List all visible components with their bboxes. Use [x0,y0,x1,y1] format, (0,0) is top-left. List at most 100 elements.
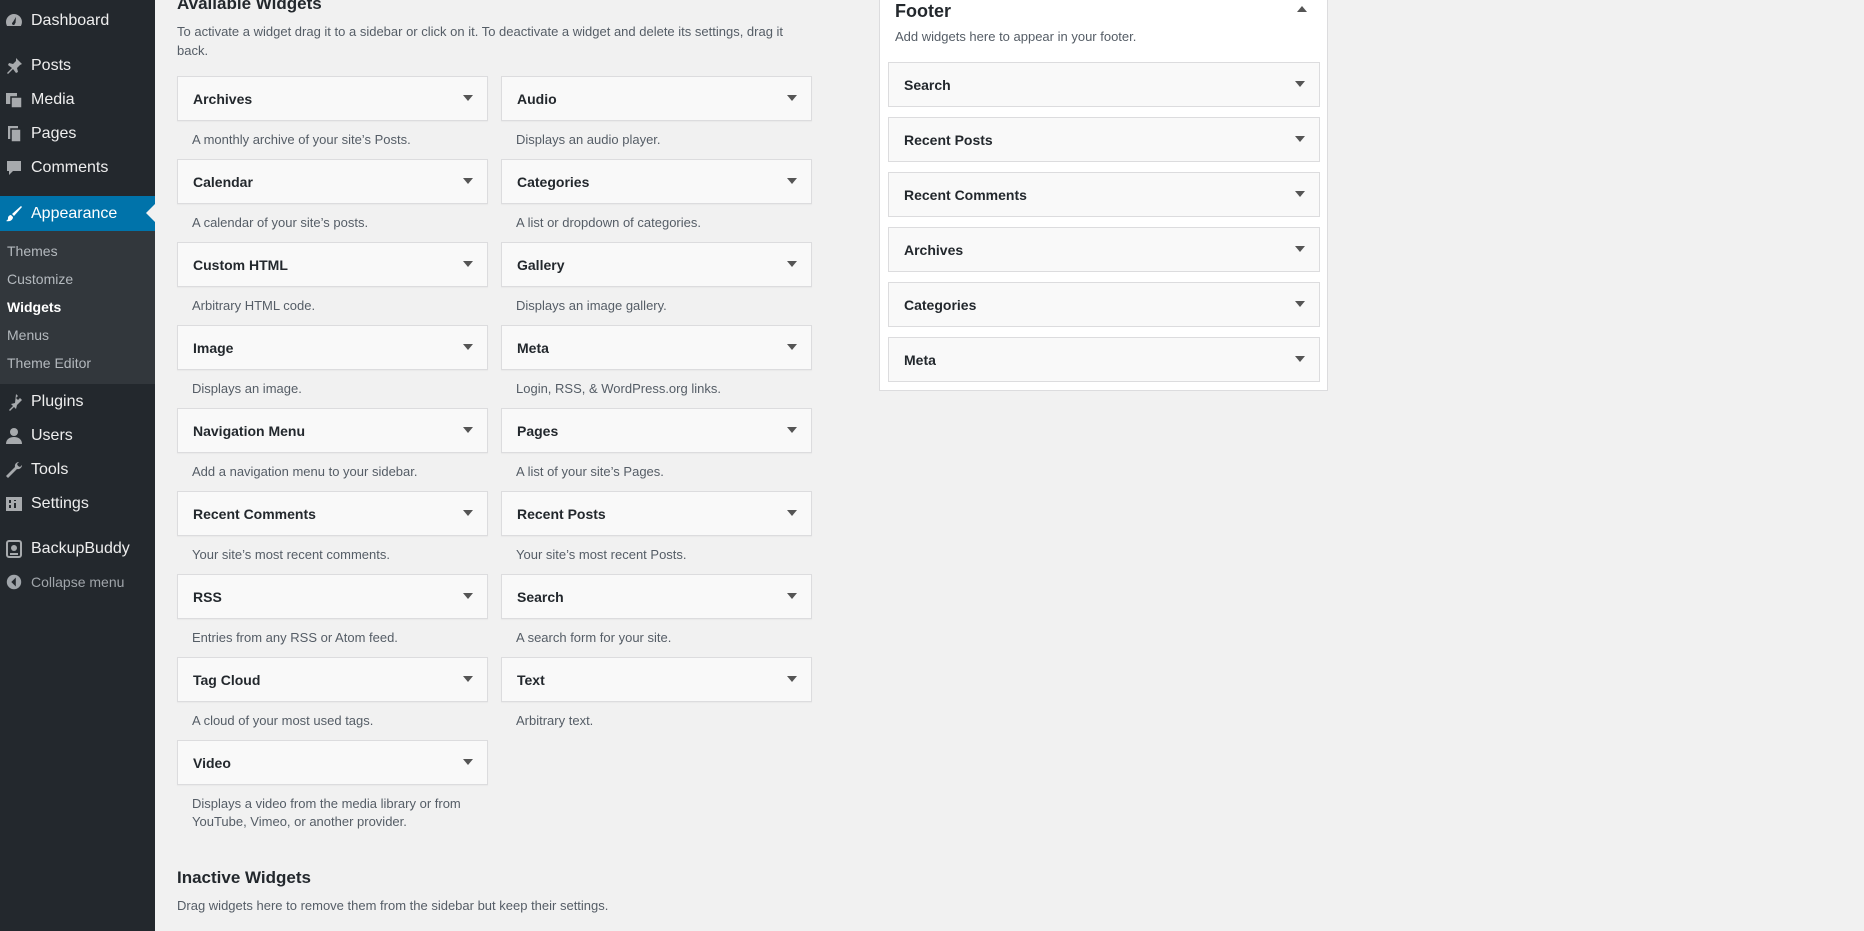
sidebar-item-plugins[interactable]: Plugins [0,385,155,419]
widget-gallery[interactable]: Gallery [501,242,812,287]
widget-rss[interactable]: RSS [177,574,488,619]
widget-description: Entries from any RSS or Atom feed. [192,630,398,645]
sidebar-item-label: Appearance [31,204,118,222]
expand-arrow-icon[interactable] [787,510,797,516]
expand-arrow-icon[interactable] [787,344,797,350]
widget-calendar[interactable]: Calendar [177,159,488,204]
widget-pages[interactable]: Pages [501,408,812,453]
available-widgets-heading: Available Widgets [177,0,322,13]
widget-title: Tag Cloud [193,672,261,688]
expand-arrow-icon[interactable] [787,261,797,267]
widget-title: Gallery [517,257,565,273]
sidebar-item-dashboard[interactable]: Dashboard [0,4,155,38]
widget-title: Categories [517,174,590,190]
widget-description: A search form for your site. [516,630,672,645]
widget-archives[interactable]: Archives [177,76,488,121]
expand-arrow-icon[interactable] [463,510,473,516]
footer-widget-recent-comments[interactable]: Recent Comments [888,172,1320,217]
footer-widget-search[interactable]: Search [888,62,1320,107]
expand-arrow-icon[interactable] [463,344,473,350]
footer-widget-categories[interactable]: Categories [888,282,1320,327]
expand-arrow-icon[interactable] [787,593,797,599]
sidebar-item-label: Plugins [31,393,84,410]
submenu-item-widgets[interactable]: Widgets [7,299,61,315]
expand-arrow-icon[interactable] [463,95,473,101]
expand-arrow-icon[interactable] [787,178,797,184]
brush-icon [2,202,26,226]
widget-recent-posts[interactable]: Recent Posts [501,491,812,536]
expand-arrow-icon[interactable] [463,676,473,682]
footer-sidebar-description: Add widgets here to appear in your foote… [895,29,1137,44]
submenu-item-menus[interactable]: Menus [7,327,49,343]
pages-icon [2,122,26,146]
footer-widget-meta[interactable]: Meta [888,337,1320,382]
submenu-item-customize[interactable]: Customize [7,271,73,287]
widget-video[interactable]: Video [177,740,488,785]
widget-categories[interactable]: Categories [501,159,812,204]
expand-arrow-icon[interactable] [463,759,473,765]
expand-arrow-icon[interactable] [463,261,473,267]
widget-title: RSS [193,589,222,605]
widget-audio[interactable]: Audio [501,76,812,121]
backupbuddy-icon [2,537,26,561]
widget-description: Displays an image. [192,381,302,396]
dashboard-icon [2,9,26,33]
widget-image[interactable]: Image [177,325,488,370]
widget-custom-html[interactable]: Custom HTML [177,242,488,287]
plugin-icon [2,390,26,414]
widget-description: A list of your site’s Pages. [516,464,664,479]
widget-description: Displays an image gallery. [516,298,667,313]
sidebar-item-label: BackupBuddy [31,540,130,557]
expand-arrow-icon[interactable] [787,676,797,682]
widget-description: A cloud of your most used tags. [192,713,374,728]
sidebar-item-comments[interactable]: Comments [0,151,155,185]
sidebar-item-media[interactable]: Media [0,83,155,117]
expand-arrow-icon[interactable] [1295,136,1305,142]
widget-title: Pages [517,423,559,439]
widget-tag-cloud[interactable]: Tag Cloud [177,657,488,702]
widget-description: A calendar of your site’s posts. [192,215,369,230]
widget-meta[interactable]: Meta [501,325,812,370]
sidebar-item-label: Posts [31,57,72,74]
widget-search[interactable]: Search [501,574,812,619]
sidebar-item-tools[interactable]: Tools [0,453,155,487]
expand-arrow-icon[interactable] [787,95,797,101]
widget-title: Custom HTML [193,257,288,273]
expand-arrow-icon[interactable] [463,593,473,599]
sidebar-item-label: Comments [31,159,109,176]
sidebar-item-backupbuddy[interactable]: BackupBuddy [0,532,155,566]
widget-recent-comments[interactable]: Recent Comments [177,491,488,536]
widget-title: Audio [517,91,557,107]
expand-arrow-icon[interactable] [1295,301,1305,307]
footer-widget-archives[interactable]: Archives [888,227,1320,272]
sidebar-item-posts[interactable]: Posts [0,49,155,83]
media-icon [2,88,26,112]
footer-sidebar-title: Footer [895,1,951,21]
submenu-item-theme-editor[interactable]: Theme Editor [7,355,91,371]
sidebar-item-settings[interactable]: Settings [0,487,155,521]
expand-arrow-icon[interactable] [463,427,473,433]
footer-widget-recent-posts[interactable]: Recent Posts [888,117,1320,162]
collapse-menu-button[interactable]: Collapse menu [0,565,155,599]
wrench-icon [2,458,26,482]
submenu-item-themes[interactable]: Themes [7,243,58,259]
expand-arrow-icon[interactable] [1295,81,1305,87]
sidebar-item-appearance[interactable]: Appearance [0,196,155,231]
collapse-label: Collapse menu [31,574,125,590]
widget-description: A list or dropdown of categories. [516,215,701,230]
footer-sidebar[interactable]: Footer Add widgets here to appear in you… [879,0,1328,391]
widget-description: Displays an audio player. [516,132,661,147]
sidebar-item-label: Tools [31,461,69,478]
widget-text[interactable]: Text [501,657,812,702]
widget-title: Recent Comments [193,506,316,522]
sidebar-item-users[interactable]: Users [0,419,155,453]
widget-navigation-menu[interactable]: Navigation Menu [177,408,488,453]
collapse-toggle-icon[interactable] [1297,6,1307,12]
widget-description: Login, RSS, & WordPress.org links. [516,381,721,396]
sidebar-item-pages[interactable]: Pages [0,117,155,151]
expand-arrow-icon[interactable] [463,178,473,184]
expand-arrow-icon[interactable] [1295,246,1305,252]
expand-arrow-icon[interactable] [787,427,797,433]
expand-arrow-icon[interactable] [1295,191,1305,197]
expand-arrow-icon[interactable] [1295,356,1305,362]
